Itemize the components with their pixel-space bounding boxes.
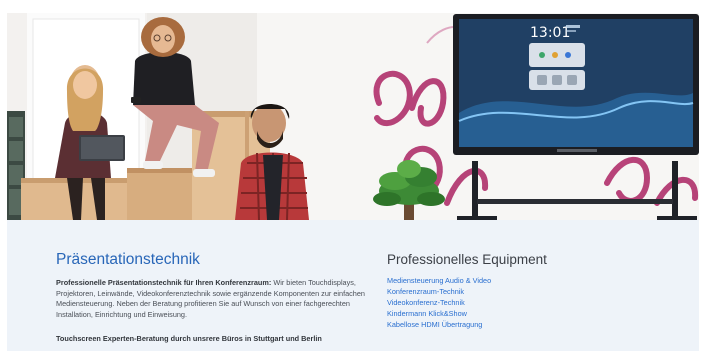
- section-description: Professionelle Präsentationstechnik für …: [56, 278, 371, 320]
- link-kabellose-hdmi[interactable]: Kabellose HDMI Übertragung: [387, 320, 677, 331]
- description-lead: Professionelle Präsentationstechnik für …: [56, 278, 272, 287]
- content-panel: Präsentationstechnik Professionelle Präs…: [7, 220, 699, 351]
- consulting-note: Touchscreen Experten-Beratung durch unsr…: [56, 334, 322, 344]
- display-clock: 13:01: [530, 25, 570, 41]
- hero-image: 13:01: [7, 13, 699, 220]
- equipment-column: Professionelles Equipment Mediensteuerun…: [387, 250, 677, 331]
- section-title: Präsentationstechnik: [56, 251, 200, 268]
- equipment-links: Mediensteuerung Audio & Video Konferenzr…: [387, 276, 677, 331]
- equipment-title: Professionelles Equipment: [387, 252, 547, 267]
- page: 13:01 Präsentationstechnik Professionell…: [0, 0, 701, 360]
- link-konferenzraum-technik[interactable]: Konferenzraum-Technik: [387, 287, 677, 298]
- link-videokonferenz-technik[interactable]: Videokonferenz-Technik: [387, 298, 677, 309]
- intro-column: Präsentationstechnik Professionelle Präs…: [56, 250, 371, 343]
- link-mediensteuerung[interactable]: Mediensteuerung Audio & Video: [387, 276, 677, 287]
- hero-illustration: 13:01: [7, 13, 699, 220]
- link-kindermann-klickshow[interactable]: Kindermann Klick&Show: [387, 309, 677, 320]
